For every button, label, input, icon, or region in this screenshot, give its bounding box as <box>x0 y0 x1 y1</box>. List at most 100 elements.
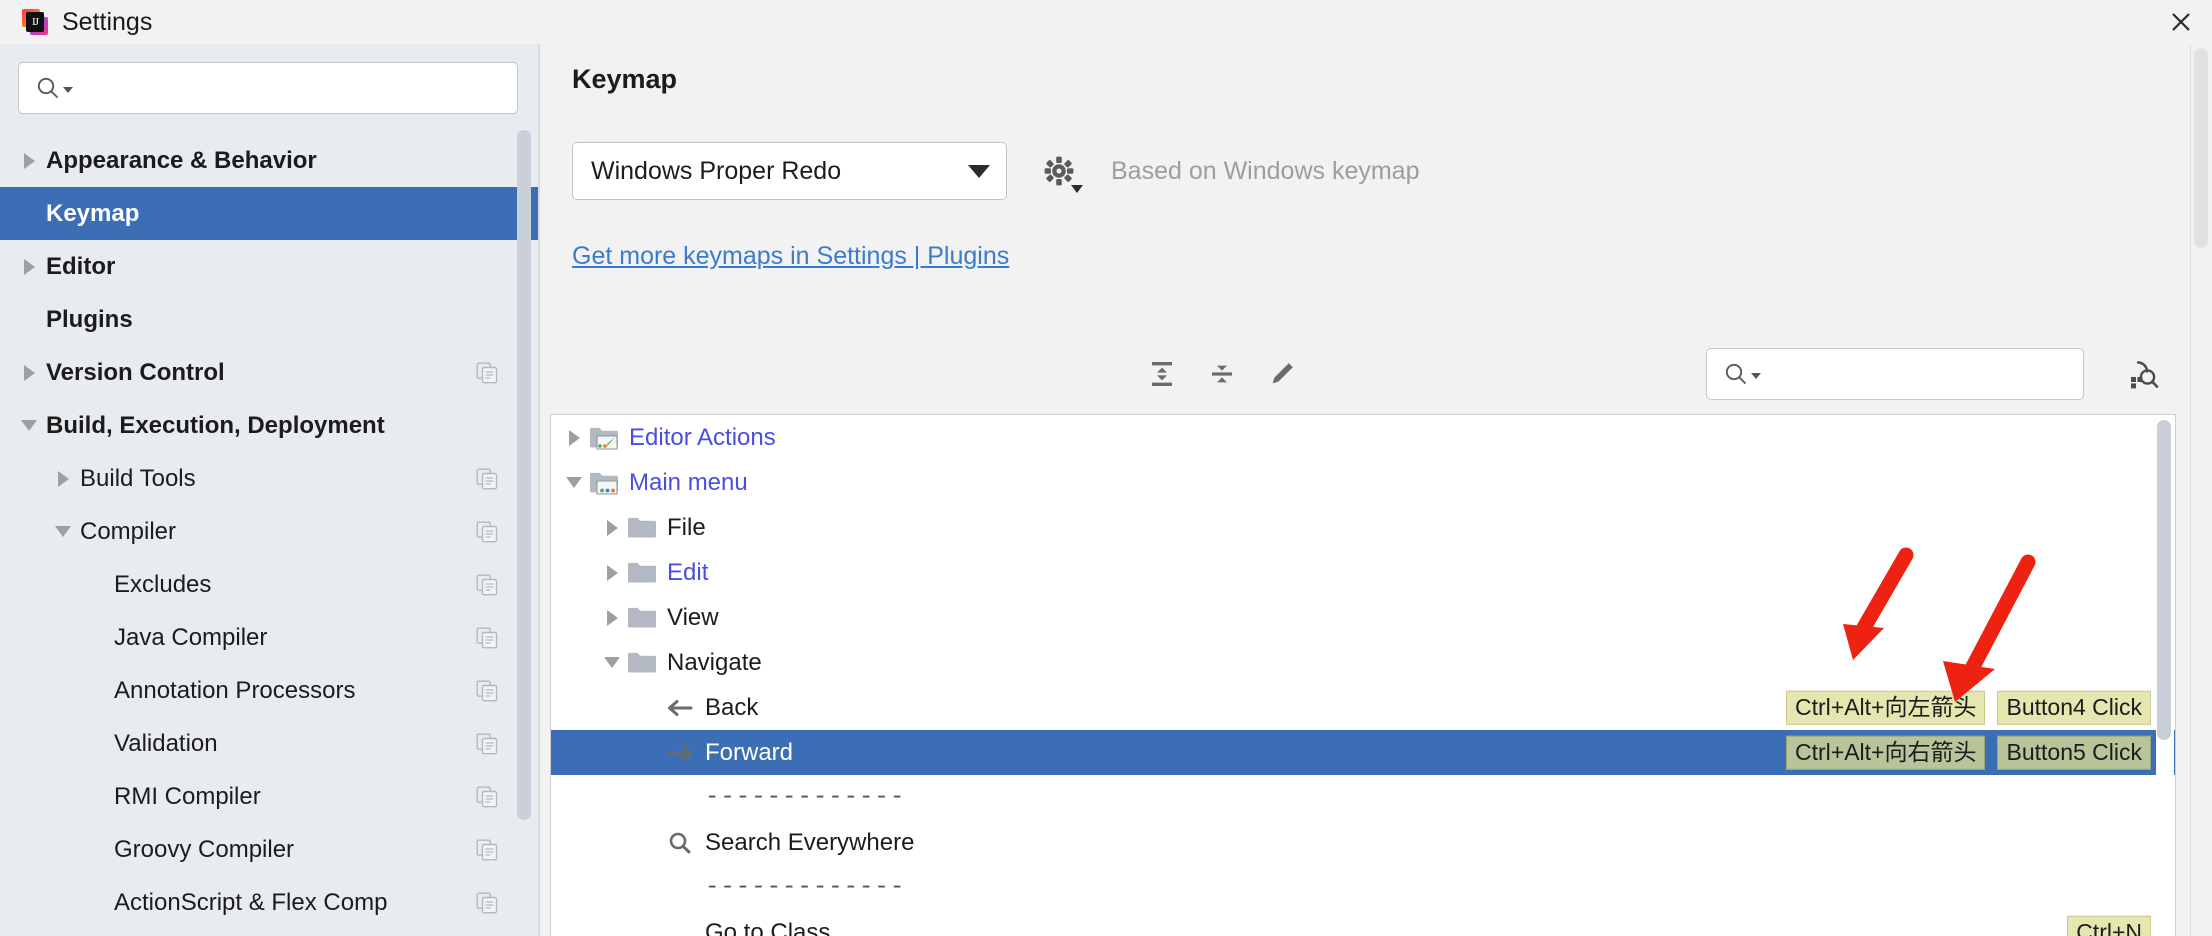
tree-separator-label: ------------- <box>705 784 906 811</box>
sidebar-item-label: Groovy Compiler <box>114 835 295 863</box>
tree-row[interactable]: Forward Ctrl+Alt+向右箭头 Button5 Click <box>551 730 2175 775</box>
tree-row[interactable]: File <box>551 505 2175 550</box>
sidebar-item-java-compiler[interactable]: Java Compiler <box>0 611 540 664</box>
shortcut-badge[interactable]: Ctrl+Alt+向左箭头 <box>1786 690 1986 725</box>
copy-settings-icon[interactable] <box>476 362 498 384</box>
sidebar-item-appearance-behavior[interactable]: Appearance & Behavior <box>0 134 540 187</box>
no-icon <box>665 918 695 936</box>
tree-row[interactable]: Go to Class... Ctrl+N <box>551 910 2175 936</box>
sidebar-search-wrapper <box>0 44 540 130</box>
arrow-left-icon <box>665 693 695 723</box>
pencil-edit-icon[interactable] <box>1260 352 1304 396</box>
get-more-keymaps-link[interactable]: Get more keymaps in Settings | Plugins <box>572 242 1009 271</box>
sidebar-scrollbar-thumb[interactable] <box>517 130 531 820</box>
sidebar-item-label: Validation <box>114 729 218 757</box>
keymap-search-input[interactable] <box>1706 348 2084 400</box>
tree-scrollbar-track[interactable] <box>2156 416 2174 936</box>
sidebar-item-build-tools[interactable]: Build Tools <box>0 452 540 505</box>
sidebar-item-validation[interactable]: Validation <box>0 717 540 770</box>
copy-settings-icon[interactable] <box>476 627 498 649</box>
keymap-tree-toolbar <box>566 342 2176 406</box>
sidebar-item-label: Build Tools <box>80 464 196 492</box>
chevron-down-icon[interactable] <box>18 415 40 437</box>
find-action-icon[interactable] <box>2120 352 2166 398</box>
window-titlebar: IJ Settings <box>0 0 2212 44</box>
chevron-right-icon[interactable] <box>18 256 40 278</box>
keymap-tree-rows: Editor Actions Main menu File Edit View Navig… <box>551 415 2175 936</box>
sidebar-item-editor[interactable]: Editor <box>0 240 540 293</box>
sidebar-item-label: Excludes <box>114 570 212 598</box>
tree-scrollbar-thumb[interactable] <box>2157 420 2171 740</box>
search-input[interactable] <box>18 62 518 114</box>
sidebar-item-actionscript-flex-comp[interactable]: ActionScript & Flex Comp <box>0 876 540 929</box>
chevron-right-icon[interactable] <box>18 150 40 172</box>
copy-settings-icon[interactable] <box>476 468 498 490</box>
chevron-right-icon[interactable] <box>597 603 627 633</box>
keymap-settings-panel: Keymap Windows Proper Redo Based on Wind… <box>540 44 2212 936</box>
sidebar-item-label: Build, Execution, Deployment <box>46 411 385 439</box>
sidebar-item-excludes[interactable]: Excludes <box>0 558 540 611</box>
window-scrollbar[interactable] <box>2190 44 2212 936</box>
sidebar-item-compiler[interactable]: Compiler <box>0 505 540 558</box>
chevron-right-icon[interactable] <box>559 423 589 453</box>
copy-settings-icon[interactable] <box>476 521 498 543</box>
sidebar-item-rmi-compiler[interactable]: RMI Compiler <box>0 770 540 823</box>
copy-settings-icon[interactable] <box>476 680 498 702</box>
sidebar-item-label: Version Control <box>46 358 225 386</box>
sidebar-item-label: Compiler <box>80 517 177 545</box>
gear-icon[interactable] <box>1037 149 1083 193</box>
folder-editor-icon <box>589 423 619 453</box>
sidebar-item-plugins[interactable]: Plugins <box>0 293 540 346</box>
chevron-right-icon[interactable] <box>597 558 627 588</box>
tree-row-label: View <box>667 603 719 631</box>
chevron-down-icon[interactable] <box>597 648 627 678</box>
sidebar-item-groovy-compiler[interactable]: Groovy Compiler <box>0 823 540 876</box>
chevron-right-icon[interactable] <box>18 362 40 384</box>
tree-row[interactable]: Navigate <box>551 640 2175 685</box>
chevron-down-icon[interactable] <box>559 468 589 498</box>
copy-settings-icon[interactable] <box>476 892 498 914</box>
copy-settings-icon[interactable] <box>476 839 498 861</box>
sidebar-item-label: ActionScript & Flex Comp <box>114 888 388 916</box>
copy-settings-icon[interactable] <box>476 786 498 808</box>
close-icon[interactable] <box>2150 0 2212 44</box>
tree-separator-row: ------------- <box>551 775 2175 820</box>
shortcut-badges: Ctrl+Alt+向左箭头 Button4 Click <box>1786 690 2151 725</box>
sidebar-item-build-execution-deployment[interactable]: Build, Execution, Deployment <box>0 399 540 452</box>
tree-row[interactable]: Back Ctrl+Alt+向左箭头 Button4 Click <box>551 685 2175 730</box>
gear-dropdown-chevron-down-icon[interactable] <box>1071 185 1083 193</box>
sidebar-item-keymap[interactable]: Keymap <box>0 187 540 240</box>
collapse-all-icon[interactable] <box>1200 352 1244 396</box>
chevron-right-icon[interactable] <box>597 513 627 543</box>
copy-settings-icon[interactable] <box>476 733 498 755</box>
sidebar-item-annotation-processors[interactable]: Annotation Processors <box>0 664 540 717</box>
shortcut-badge[interactable]: Button4 Click <box>1997 690 2151 725</box>
search-options-chevron-down-icon[interactable] <box>63 87 73 93</box>
settings-category-tree: Appearance & Behavior Keymap Editor Plugins… <box>0 130 540 929</box>
expand-all-icon[interactable] <box>1140 352 1184 396</box>
copy-settings-icon[interactable] <box>476 574 498 596</box>
shortcut-badge[interactable]: Ctrl+N <box>2067 915 2151 936</box>
sidebar-item-version-control[interactable]: Version Control <box>0 346 540 399</box>
shortcut-badge[interactable]: Ctrl+Alt+向右箭头 <box>1786 735 1986 770</box>
tree-row[interactable]: Main menu <box>551 460 2175 505</box>
window-scrollbar-thumb[interactable] <box>2194 48 2208 248</box>
chevron-right-icon[interactable] <box>52 468 74 490</box>
chevron-down-icon[interactable] <box>52 521 74 543</box>
tree-row[interactable]: Edit <box>551 550 2175 595</box>
search-options-chevron-down-icon[interactable] <box>1751 373 1761 379</box>
folder-icon <box>627 603 657 633</box>
search-icon <box>35 75 61 101</box>
shortcut-badges: Ctrl+Alt+向右箭头 Button5 Click <box>1786 735 2151 770</box>
arrow-right-icon <box>665 738 695 768</box>
keymap-select[interactable]: Windows Proper Redo <box>572 142 1007 200</box>
tree-row[interactable]: Editor Actions <box>551 415 2175 460</box>
keymap-select-value: Windows Proper Redo <box>591 156 842 185</box>
shortcut-badge[interactable]: Button5 Click <box>1997 735 2151 770</box>
keymap-selection-row: Windows Proper Redo Based on Windows key… <box>572 142 1419 200</box>
folder-icon <box>627 558 657 588</box>
tree-row[interactable]: View <box>551 595 2175 640</box>
sidebar-item-label: Appearance & Behavior <box>46 146 317 174</box>
sidebar-item-label: Annotation Processors <box>114 676 356 704</box>
tree-row[interactable]: Search Everywhere <box>551 820 2175 865</box>
